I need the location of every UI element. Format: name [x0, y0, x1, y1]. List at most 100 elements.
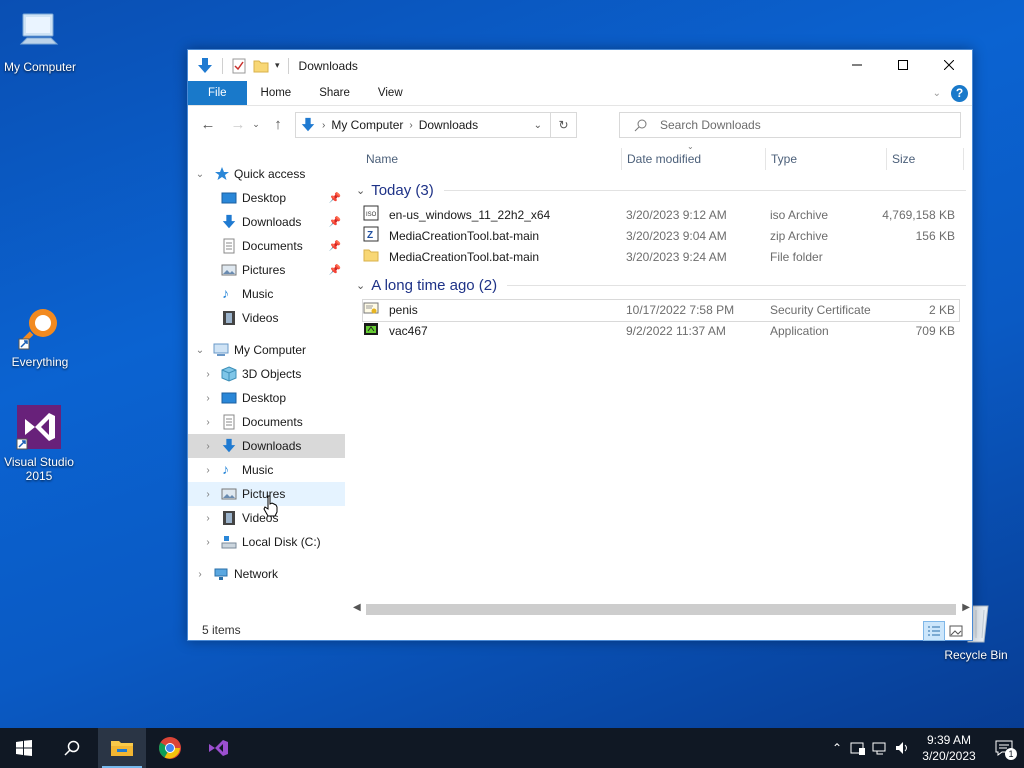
help-icon[interactable]: ?	[951, 84, 968, 102]
expand-icon[interactable]: ›	[203, 417, 213, 428]
file-name: en-us_windows_11_22h2_x64	[389, 208, 551, 222]
clock[interactable]: 9:39 AM 3/20/2023	[914, 732, 984, 764]
up-button[interactable]: ↑	[267, 116, 289, 133]
column-header-type[interactable]: Type	[771, 140, 797, 178]
refresh-icon: ↻	[558, 118, 569, 132]
breadcrumb-downloads[interactable]: Downloads	[419, 118, 478, 132]
minimize-button[interactable]	[834, 50, 880, 80]
recent-locations-icon[interactable]: ⌄	[249, 119, 263, 130]
search-button[interactable]	[48, 728, 96, 768]
nav-music[interactable]: › ♪ Music	[188, 458, 345, 482]
customize-toolbar-icon[interactable]: ▾	[275, 60, 280, 71]
forward-button[interactable]: →	[227, 116, 249, 133]
breadcrumb-my-computer[interactable]: My Computer	[331, 118, 403, 132]
nav-downloads[interactable]: › Downloads	[188, 434, 345, 458]
back-button[interactable]: ←	[197, 116, 219, 133]
expand-icon[interactable]: ›	[203, 489, 213, 500]
column-divider[interactable]	[963, 148, 964, 170]
network-icon[interactable]	[872, 740, 888, 756]
column-divider[interactable]	[621, 148, 622, 170]
desktop-icon-label: Visual Studio 2015	[4, 455, 74, 483]
tab-file[interactable]: File	[188, 81, 247, 105]
nav-quick-music[interactable]: ♪ Music	[188, 282, 345, 306]
expand-icon[interactable]: ›	[203, 537, 213, 548]
pin-icon[interactable]: 📌	[329, 265, 341, 276]
file-name: MediaCreationTool.bat-main	[389, 250, 540, 264]
nav-label: 3D Objects	[242, 367, 302, 381]
file-row[interactable]: ISO en-us_windows_11_22h2_x64 3/20/2023 …	[363, 205, 959, 226]
taskbar-chrome[interactable]	[146, 728, 194, 768]
security-icon[interactable]	[850, 740, 866, 756]
visual-studio-icon	[16, 405, 61, 450]
collapse-icon[interactable]: ⌄	[195, 169, 205, 180]
expand-icon[interactable]: ›	[203, 369, 213, 380]
title-bar[interactable]: ▾ Downloads	[188, 50, 972, 81]
file-row[interactable]: penis 10/17/2022 7:58 PM Security Certif…	[362, 299, 960, 322]
nav-desktop[interactable]: › Desktop	[188, 386, 345, 410]
breadcrumb-separator-icon: ›	[322, 119, 326, 131]
expand-icon[interactable]: ›	[195, 569, 205, 580]
column-header-size[interactable]: Size	[892, 140, 915, 178]
expand-ribbon-icon[interactable]: ⌄	[933, 88, 941, 99]
nav-3d-objects[interactable]: › 3D Objects	[188, 362, 345, 386]
new-folder-icon[interactable]	[253, 58, 269, 74]
scroll-left-icon[interactable]: ◀	[353, 602, 361, 613]
nav-local-disk[interactable]: › Local Disk (C:)	[188, 530, 345, 554]
desktop-icon-everything[interactable]: Everything	[0, 305, 80, 369]
start-button[interactable]	[0, 728, 48, 768]
column-divider[interactable]	[886, 148, 887, 170]
maximize-button[interactable]	[880, 50, 926, 80]
nav-quick-desktop[interactable]: Desktop 📌	[188, 186, 345, 210]
nav-documents[interactable]: › Documents	[188, 410, 345, 434]
tab-home[interactable]: Home	[247, 81, 306, 105]
expand-icon[interactable]: ›	[203, 441, 213, 452]
expand-icon[interactable]: ›	[203, 393, 213, 404]
nav-quick-access[interactable]: ⌄ Quick access	[188, 162, 345, 186]
close-icon	[944, 60, 954, 70]
properties-icon[interactable]	[231, 58, 247, 74]
details-view-button[interactable]	[923, 621, 945, 641]
show-hidden-icons-icon[interactable]: ⌃	[832, 741, 842, 755]
taskbar-file-explorer[interactable]	[98, 728, 146, 768]
pin-icon[interactable]: 📌	[329, 241, 341, 252]
nav-network[interactable]: › Network	[188, 562, 345, 586]
nav-my-computer[interactable]: ⌄ My Computer	[188, 338, 345, 362]
pin-icon[interactable]: 📌	[329, 193, 341, 204]
ribbon-tabs: File Home Share View ⌄ ?	[188, 81, 972, 105]
desktop-icon-my-computer[interactable]: My Computer	[0, 10, 80, 74]
address-bar[interactable]: › My Computer › Downloads ⌄ ↻	[295, 112, 577, 138]
nav-quick-pictures[interactable]: Pictures 📌	[188, 258, 345, 282]
document-icon	[223, 414, 235, 430]
collapse-icon[interactable]: ⌄	[195, 345, 205, 356]
tab-share[interactable]: Share	[305, 81, 364, 105]
volume-icon[interactable]	[894, 740, 910, 756]
group-header-today[interactable]: ⌄ Today (3)	[356, 180, 966, 200]
refresh-button[interactable]: ↻	[550, 113, 576, 137]
large-icons-view-button[interactable]	[946, 621, 966, 641]
horizontal-scrollbar[interactable]: ◀ ▶	[351, 601, 973, 618]
scroll-thumb[interactable]	[366, 604, 956, 615]
nav-quick-documents[interactable]: Documents 📌	[188, 234, 345, 258]
document-icon	[223, 238, 235, 254]
file-row[interactable]: Z MediaCreationTool.bat-main 3/20/2023 9…	[363, 226, 959, 247]
column-header-name[interactable]: Name	[366, 140, 398, 178]
tab-view[interactable]: View	[364, 81, 417, 105]
expand-icon[interactable]: ›	[203, 513, 213, 524]
close-button[interactable]	[926, 50, 972, 80]
address-dropdown-icon[interactable]: ⌄	[534, 120, 542, 131]
search-input[interactable]: Search Downloads	[619, 112, 961, 138]
scroll-right-icon[interactable]: ▶	[962, 602, 970, 613]
file-row[interactable]: vac467 9/2/2022 11:37 AM Application 709…	[363, 321, 959, 342]
expand-icon[interactable]: ›	[203, 465, 213, 476]
action-center-button[interactable]: 1	[984, 728, 1024, 768]
file-row[interactable]: MediaCreationTool.bat-main 3/20/2023 9:2…	[363, 247, 959, 268]
column-divider[interactable]	[765, 148, 766, 170]
download-arrow-icon[interactable]	[196, 57, 214, 75]
nav-quick-downloads[interactable]: Downloads 📌	[188, 210, 345, 234]
pin-icon[interactable]: 📌	[329, 217, 341, 228]
desktop-icon-visual-studio[interactable]: Visual Studio 2015	[0, 403, 78, 483]
column-header-date[interactable]: Date modified	[627, 140, 701, 178]
nav-quick-videos[interactable]: Videos	[188, 306, 345, 330]
group-header-long-ago[interactable]: ⌄ A long time ago (2)	[356, 275, 966, 295]
taskbar-visual-studio[interactable]	[194, 728, 242, 768]
